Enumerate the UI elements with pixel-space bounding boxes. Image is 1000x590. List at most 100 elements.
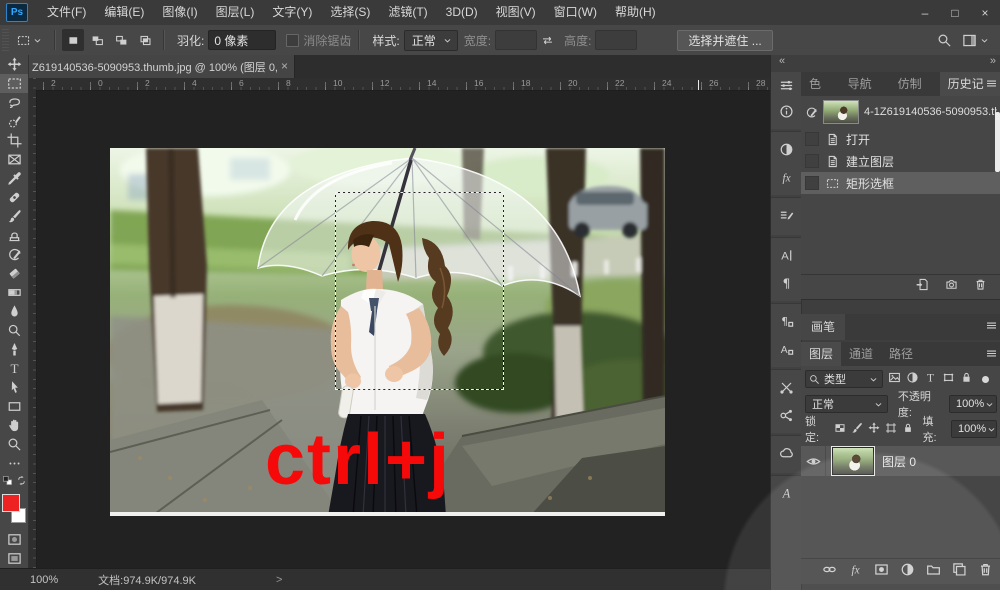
new-layer-button[interactable]	[952, 562, 967, 582]
history-source-well[interactable]	[805, 176, 819, 190]
dodge-tool[interactable]	[0, 321, 28, 340]
foreground-color-swatch[interactable]	[2, 494, 20, 512]
menu-filter[interactable]: 滤镜(T)	[379, 0, 436, 25]
rectangle-tool[interactable]	[0, 397, 28, 416]
maximize-button[interactable]: □	[940, 2, 970, 24]
gradient-tool[interactable]	[0, 283, 28, 302]
history-scrollbar[interactable]	[995, 112, 1000, 172]
history-source-well[interactable]	[805, 154, 819, 168]
feather-input[interactable]: 0 像素	[208, 30, 276, 50]
swap-colors-icon[interactable]	[16, 475, 27, 486]
canvas-area[interactable]: 20246810121416182022242628	[28, 78, 770, 568]
new-selection-button[interactable]	[62, 29, 84, 51]
menu-select[interactable]: 选择(S)	[321, 0, 379, 25]
menu-window[interactable]: 窗口(W)	[545, 0, 606, 25]
history-snapshot-row[interactable]: 4-1Z619140536-5090953.thu...	[801, 96, 1000, 128]
fill-select[interactable]: 100%	[951, 420, 997, 438]
lock-position-button[interactable]	[868, 422, 880, 437]
spot-healing-tool[interactable]	[0, 188, 28, 207]
layer-row[interactable]: 图层 0	[801, 446, 1000, 476]
panel-button-tool-presets[interactable]	[771, 369, 801, 402]
pen-tool[interactable]	[0, 340, 28, 359]
layer-thumbnail[interactable]	[832, 447, 874, 475]
blur-tool[interactable]	[0, 302, 28, 321]
menu-3d[interactable]: 3D(D)	[437, 0, 487, 25]
move-tool[interactable]	[0, 55, 28, 74]
filter-kind-select[interactable]: 类型	[805, 370, 883, 388]
tool-preset-picker[interactable]	[13, 32, 47, 49]
selection-marquee[interactable]	[335, 192, 504, 390]
layer-style-button[interactable]: fx	[848, 562, 863, 582]
menu-file[interactable]: 文件(F)	[38, 0, 95, 25]
panel-button-character-styles[interactable]: A	[771, 336, 801, 362]
blend-mode-select[interactable]: 正常	[805, 395, 888, 413]
panel-button-adjustments[interactable]	[771, 131, 801, 164]
menu-help[interactable]: 帮助(H)	[606, 0, 665, 25]
tab-layers[interactable]: 图层	[801, 342, 841, 366]
tab-navigator[interactable]: 导航器	[840, 72, 890, 96]
delete-layer-button[interactable]	[978, 562, 993, 582]
history-step[interactable]: 矩形选框	[801, 172, 1000, 194]
quick-mask-button[interactable]	[0, 530, 28, 549]
collapse-panels-icon[interactable]: »	[990, 55, 995, 67]
snapshot-thumbnail[interactable]	[823, 100, 859, 124]
panel-button-brush-settings[interactable]	[771, 197, 801, 230]
collapse-strip-icon[interactable]: «	[779, 55, 784, 67]
tab-brushes[interactable]: 画笔	[801, 314, 845, 340]
marquee-tool[interactable]	[0, 74, 28, 93]
new-group-button[interactable]	[926, 562, 941, 582]
menu-edit[interactable]: 编辑(E)	[95, 0, 153, 25]
panel-button-character[interactable]: A	[771, 237, 801, 270]
zoom-tool[interactable]	[0, 435, 28, 454]
options-bar-grip[interactable]	[2, 29, 9, 51]
tab-paths[interactable]: 路径	[881, 342, 921, 366]
panel-button-color[interactable]	[771, 72, 801, 98]
style-select[interactable]: 正常	[404, 30, 458, 51]
history-source-well[interactable]	[805, 132, 819, 146]
history-brush-source-icon[interactable]	[805, 106, 818, 119]
panel-menu-icon[interactable]	[985, 319, 998, 332]
history-step[interactable]: 打开	[801, 128, 1000, 150]
lock-paint-button[interactable]	[851, 422, 863, 437]
filter-shape-layers-button[interactable]	[942, 371, 955, 387]
panel-button-info[interactable]	[771, 98, 801, 124]
minimize-button[interactable]: –	[910, 2, 940, 24]
clone-stamp-tool[interactable]	[0, 226, 28, 245]
history-brush-tool[interactable]	[0, 245, 28, 264]
select-and-mask-button[interactable]: 选择并遮住 ...	[677, 30, 772, 51]
delete-state-button[interactable]	[974, 278, 987, 296]
new-doc-from-state-button[interactable]	[916, 278, 929, 296]
quick-select-tool[interactable]	[0, 112, 28, 131]
panel-button-cc[interactable]	[771, 435, 801, 468]
filter-pixel-layers-button[interactable]	[888, 371, 901, 387]
panel-menu-icon[interactable]	[985, 77, 998, 90]
zoom-level[interactable]: 100%	[30, 574, 58, 586]
history-step[interactable]: 建立图层	[801, 150, 1000, 172]
link-layers-button[interactable]	[822, 562, 837, 582]
crop-tool[interactable]	[0, 131, 28, 150]
tab-clone-source[interactable]: 仿制源	[890, 72, 940, 96]
lock-transparent-button[interactable]	[834, 422, 846, 437]
tab-swatches[interactable]: 色板	[801, 72, 840, 96]
panel-button-paragraph-styles[interactable]: ¶	[771, 303, 801, 336]
screen-mode-button[interactable]	[0, 549, 28, 568]
intersect-selection-button[interactable]	[134, 29, 156, 51]
frame-tool[interactable]	[0, 150, 28, 169]
add-layer-mask-button[interactable]	[874, 562, 889, 582]
layer-visibility-toggle[interactable]	[801, 446, 826, 476]
menu-layer[interactable]: 图层(L)	[207, 0, 264, 25]
new-snapshot-button[interactable]	[945, 278, 958, 296]
type-tool[interactable]: T	[0, 359, 28, 378]
tab-channels[interactable]: 通道	[841, 342, 881, 366]
filter-toggle[interactable]	[982, 376, 989, 383]
eraser-tool[interactable]	[0, 264, 28, 283]
brush-tool[interactable]	[0, 207, 28, 226]
filter-type-layers-button[interactable]: T	[924, 371, 937, 387]
menu-type[interactable]: 文字(Y)	[263, 0, 321, 25]
lock-all-button[interactable]	[902, 422, 914, 437]
workspace-icon[interactable]	[962, 33, 977, 48]
path-select-tool[interactable]	[0, 378, 28, 397]
document-tab[interactable]: Z619140536-5090953.thumb.jpg @ 100% (图层 …	[28, 55, 295, 78]
default-colors-icon[interactable]	[2, 475, 13, 486]
panel-button-libraries[interactable]	[771, 402, 801, 428]
